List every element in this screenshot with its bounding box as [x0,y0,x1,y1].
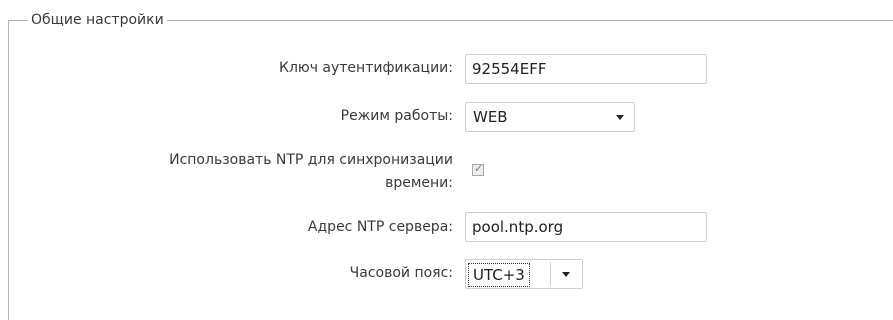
timezone-label: Часовой пояс: [349,265,453,281]
select-divider [550,262,551,286]
mode-value: WEB [473,108,508,126]
auth-key-input[interactable]: 92554EFF [465,54,707,84]
use-ntp-label-line1: Использовать NTP для синхронизации [169,152,453,168]
ntp-server-input[interactable]: pool.ntp.org [465,212,707,242]
chevron-down-icon [562,272,570,277]
use-ntp-checkbox[interactable]: ✓ [472,162,484,176]
use-ntp-label-line2: времени: [385,175,453,191]
chevron-down-icon [616,115,624,120]
ntp-server-label: Адрес NTP сервера: [307,219,453,235]
mode-label: Режим работы: [340,108,453,124]
timezone-select[interactable]: UTC+3 [465,259,583,289]
timezone-value: UTC+3 [468,263,530,287]
check-icon: ✓ [474,162,484,175]
mode-select[interactable]: WEB [465,102,635,132]
auth-key-label: Ключ аутентификации: [279,60,453,76]
section-title: Общие настройки [28,11,167,29]
